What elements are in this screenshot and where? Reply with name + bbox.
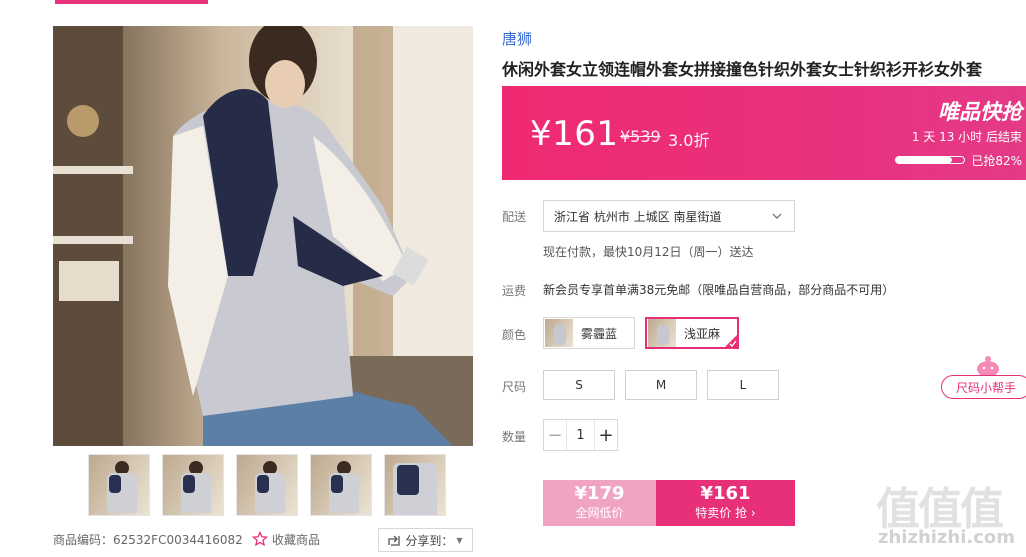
size-option-m[interactable]: M [625,370,697,400]
brand-link[interactable]: 唐狮 [502,28,532,49]
color-swatch [545,319,573,347]
top-tab-bar [0,0,1026,4]
chevron-down-icon [772,213,782,219]
delivery-note: 现在付款，最快10月12日（周一）送达 [543,245,754,259]
address-select[interactable]: 浙江省 杭州市 上城区 南星街道 [543,200,795,232]
size-option-l[interactable]: L [707,370,779,400]
freight-info: 新会员专享首单满38元免邮（限唯品自营商品，部分商品不可用） [543,283,895,297]
address-value: 浙江省 杭州市 上城区 南星街道 [554,209,722,224]
sold-progress-bar [895,156,965,164]
product-title: 休闲外套女立领连帽外套女拼接撞色针织外套女士针织衫开衫女外套 [502,60,983,79]
main-product-image[interactable] [53,26,473,446]
active-tab-indicator [55,0,208,4]
promo-label: 唯品快抢 [938,100,1022,124]
favorite-button[interactable]: 收藏商品 [252,528,320,550]
favorite-label: 收藏商品 [272,532,321,547]
increase-button[interactable]: + [595,420,617,450]
color-name: 浅亚麻 [684,326,721,341]
quantity-label: 数量 [502,430,527,444]
star-icon [252,531,268,547]
site-watermark: 值值值 zhizhizhi.com [876,473,1026,553]
lowest-price-button[interactable]: ¥179 全网低价 [543,480,656,526]
buy-now-button[interactable]: ¥161 特卖价 抢 › [656,480,795,526]
watermark-url: zhizhizhi.com [878,527,1016,548]
price-banner: ¥161 ¥539 3.0折 唯品快抢 1 天 13 小时 后结束 已抢82% [502,86,1026,180]
size-option-s[interactable]: S [543,370,615,400]
thumbnail-5[interactable] [384,454,446,516]
thumbnail-4[interactable] [310,454,372,516]
share-button[interactable]: 分享到： ▼ [378,528,473,552]
product-code: 商品编码：62532FC0034416082 [53,532,243,547]
chevron-down-icon: ▼ [456,535,463,545]
product-photo [53,26,473,446]
check-icon [724,334,738,348]
color-name: 雾霾蓝 [581,326,618,341]
color-option-2[interactable]: 浅亚麻 [645,317,739,349]
size-label: 尺码 [502,380,527,394]
sale-price: ¥161 [700,483,751,504]
color-swatch [648,319,676,347]
lowest-price-label: 全网低价 [575,506,624,520]
color-label: 颜色 [502,328,527,342]
sold-percentage: 已抢82% [971,154,1022,168]
mascot-icon [977,356,999,377]
color-option-1[interactable]: 雾霾蓝 [543,317,635,349]
delivery-label: 配送 [502,210,527,224]
buy-now-label: 特卖价 抢 › [695,506,756,520]
current-price: ¥161 [530,114,619,154]
thumbnail-1[interactable] [88,454,150,516]
freight-label: 运费 [502,284,527,298]
thumbnail-3[interactable] [236,454,298,516]
size-helper-button[interactable]: 尺码小帮手 [941,375,1026,399]
sold-progress-fill [896,157,952,163]
share-icon [388,535,401,546]
quantity-value[interactable]: 1 [566,420,595,450]
share-label: 分享到： [405,533,454,548]
thumbnail-strip [88,454,448,517]
discount-rate: 3.0折 [668,131,710,150]
quantity-stepper: − 1 + [543,419,618,451]
decrease-button[interactable]: − [544,420,566,450]
original-price: ¥539 [620,127,661,146]
countdown: 1 天 13 小时 后结束 [911,130,1022,144]
thumbnail-2[interactable] [162,454,224,516]
lowest-price: ¥179 [574,483,625,504]
